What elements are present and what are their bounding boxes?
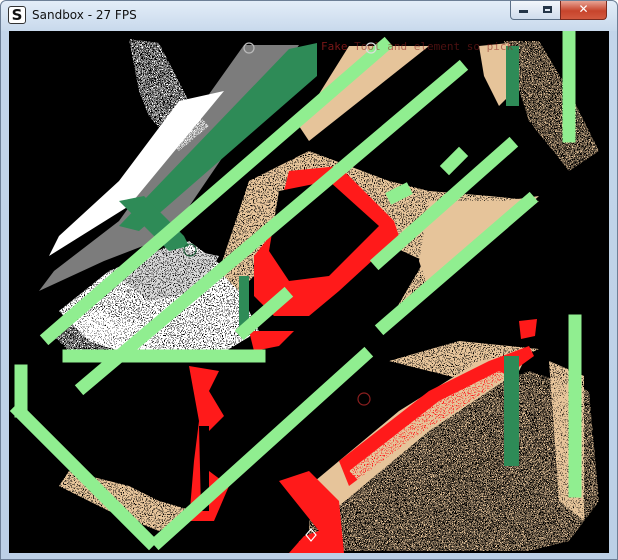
hud-text: Tool and element so pick	[354, 40, 514, 53]
app-window: S Sandbox - 27 FPS ✕ Fake Tool and eleme…	[0, 0, 618, 560]
hud-message: Fake Tool and element so pick	[321, 40, 513, 53]
minimize-button[interactable]	[510, 1, 536, 20]
particle-scene[interactable]	[9, 31, 609, 553]
close-icon: ✕	[578, 2, 589, 16]
window-title: Sandbox - 27 FPS	[32, 8, 137, 22]
sandbox-canvas[interactable]: Fake Tool and element so pick	[9, 31, 609, 553]
close-button[interactable]: ✕	[560, 1, 607, 20]
hud-label: Fake	[321, 40, 348, 53]
minimize-icon	[518, 10, 528, 13]
ring-icon	[357, 392, 371, 406]
maximize-icon	[543, 6, 552, 13]
maximize-button[interactable]	[535, 1, 561, 20]
title-bar[interactable]: S Sandbox - 27 FPS ✕	[1, 1, 617, 31]
app-icon[interactable]: S	[8, 6, 26, 24]
